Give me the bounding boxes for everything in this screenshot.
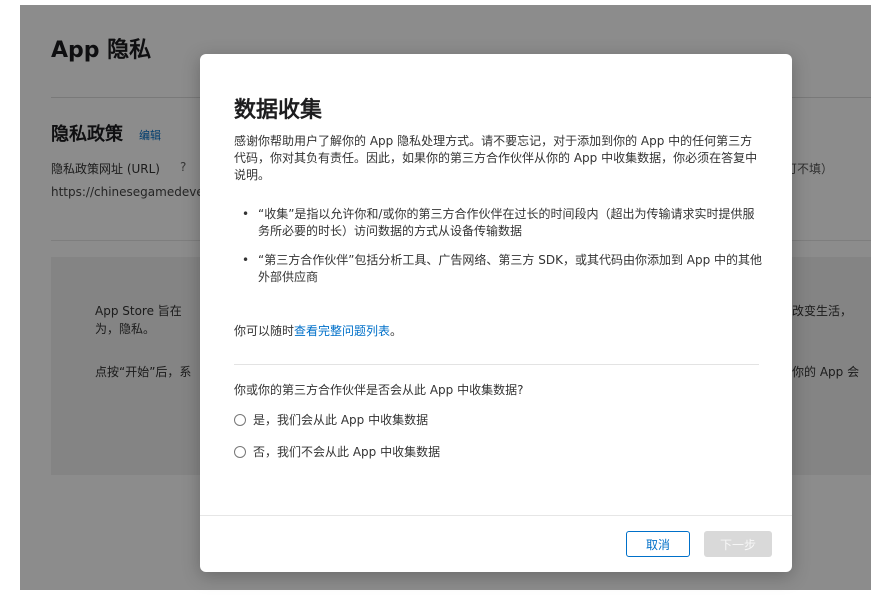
definition-list: • “收集”是指以允许你和/或你的第三方合作伙伴在过长的时间段内（超出为传输请求… <box>234 206 764 298</box>
list-item-text: “第三方合作伙伴”包括分析工具、广告网络、第三方 SDK，或其代码由你添加到 A… <box>258 253 763 284</box>
full-list-suffix: 。 <box>390 324 403 338</box>
radio-button-icon[interactable] <box>234 445 246 458</box>
full-list-line: 你可以随时查看完整问题列表。 <box>234 322 402 339</box>
radio-label-no[interactable]: 否，我们不会从此 App 中收集数据 <box>253 443 440 460</box>
radio-button-icon[interactable] <box>234 413 246 426</box>
bullet-icon: • <box>242 253 250 267</box>
list-item: • “第三方合作伙伴”包括分析工具、广告网络、第三方 SDK，或其代码由你添加到… <box>234 252 764 286</box>
list-item-text: “收集”是指以允许你和/或你的第三方合作伙伴在过长的时间段内（超出为传输请求实时… <box>258 207 755 238</box>
full-question-list-link[interactable]: 查看完整问题列表 <box>294 324 390 338</box>
collection-question: 你或你的第三方合作伙伴是否会从此 App 中收集数据? <box>234 383 524 397</box>
dialog-title: 数据收集 <box>234 98 323 123</box>
bullet-icon: • <box>242 207 250 221</box>
data-collection-dialog: 数据收集 感谢你帮助用户了解你的 App 隐私处理方式。请不要忘记，对于添加到你… <box>200 54 792 572</box>
radio-label-yes[interactable]: 是，我们会从此 App 中收集数据 <box>253 411 428 428</box>
dialog-intro: 感谢你帮助用户了解你的 App 隐私处理方式。请不要忘记，对于添加到你的 App… <box>234 134 758 182</box>
divider <box>200 515 792 516</box>
divider <box>234 364 759 365</box>
radio-option-no[interactable]: 否，我们不会从此 App 中收集数据 <box>234 443 440 460</box>
radio-option-yes[interactable]: 是，我们会从此 App 中收集数据 <box>234 411 428 428</box>
cancel-button[interactable]: 取消 <box>626 531 690 557</box>
next-button[interactable]: 下一步 <box>704 531 772 557</box>
full-list-prefix: 你可以随时 <box>234 324 295 338</box>
list-item: • “收集”是指以允许你和/或你的第三方合作伙伴在过长的时间段内（超出为传输请求… <box>234 206 764 240</box>
